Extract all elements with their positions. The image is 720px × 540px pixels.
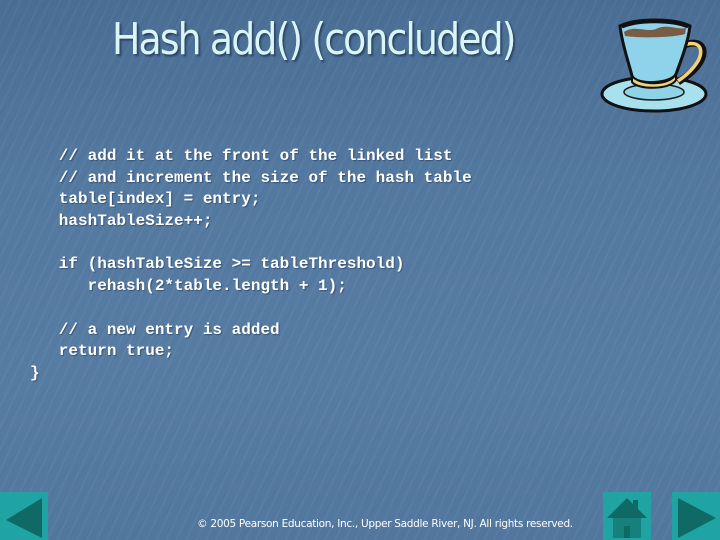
copyright-footer: © 2005 Pearson Education, Inc., Upper Sa… <box>197 518 573 530</box>
right-triangle-icon <box>678 498 716 538</box>
teacup-icon <box>600 18 708 113</box>
code-line: table[index] = entry; <box>30 190 261 209</box>
previous-slide-button[interactable] <box>0 492 48 540</box>
code-line: if (hashTableSize >= tableThreshold) <box>30 255 405 274</box>
code-line: } <box>30 363 40 382</box>
left-triangle-icon <box>6 498 42 538</box>
code-line: return true; <box>30 342 175 361</box>
code-line: // and increment the size of the hash ta… <box>30 168 472 187</box>
code-block: // add it at the front of the linked lis… <box>30 146 472 385</box>
code-line: rehash(2*table.length + 1); <box>30 277 347 296</box>
code-line: hashTableSize++; <box>30 212 213 231</box>
code-line: // add it at the front of the linked lis… <box>30 147 453 165</box>
slide-title: Hash add() (concluded) <box>112 14 517 65</box>
home-icon <box>607 498 647 538</box>
next-slide-button[interactable] <box>672 492 720 540</box>
code-line: // a new entry is added <box>30 320 280 339</box>
teacup-image <box>592 8 720 126</box>
home-button[interactable] <box>603 492 651 540</box>
